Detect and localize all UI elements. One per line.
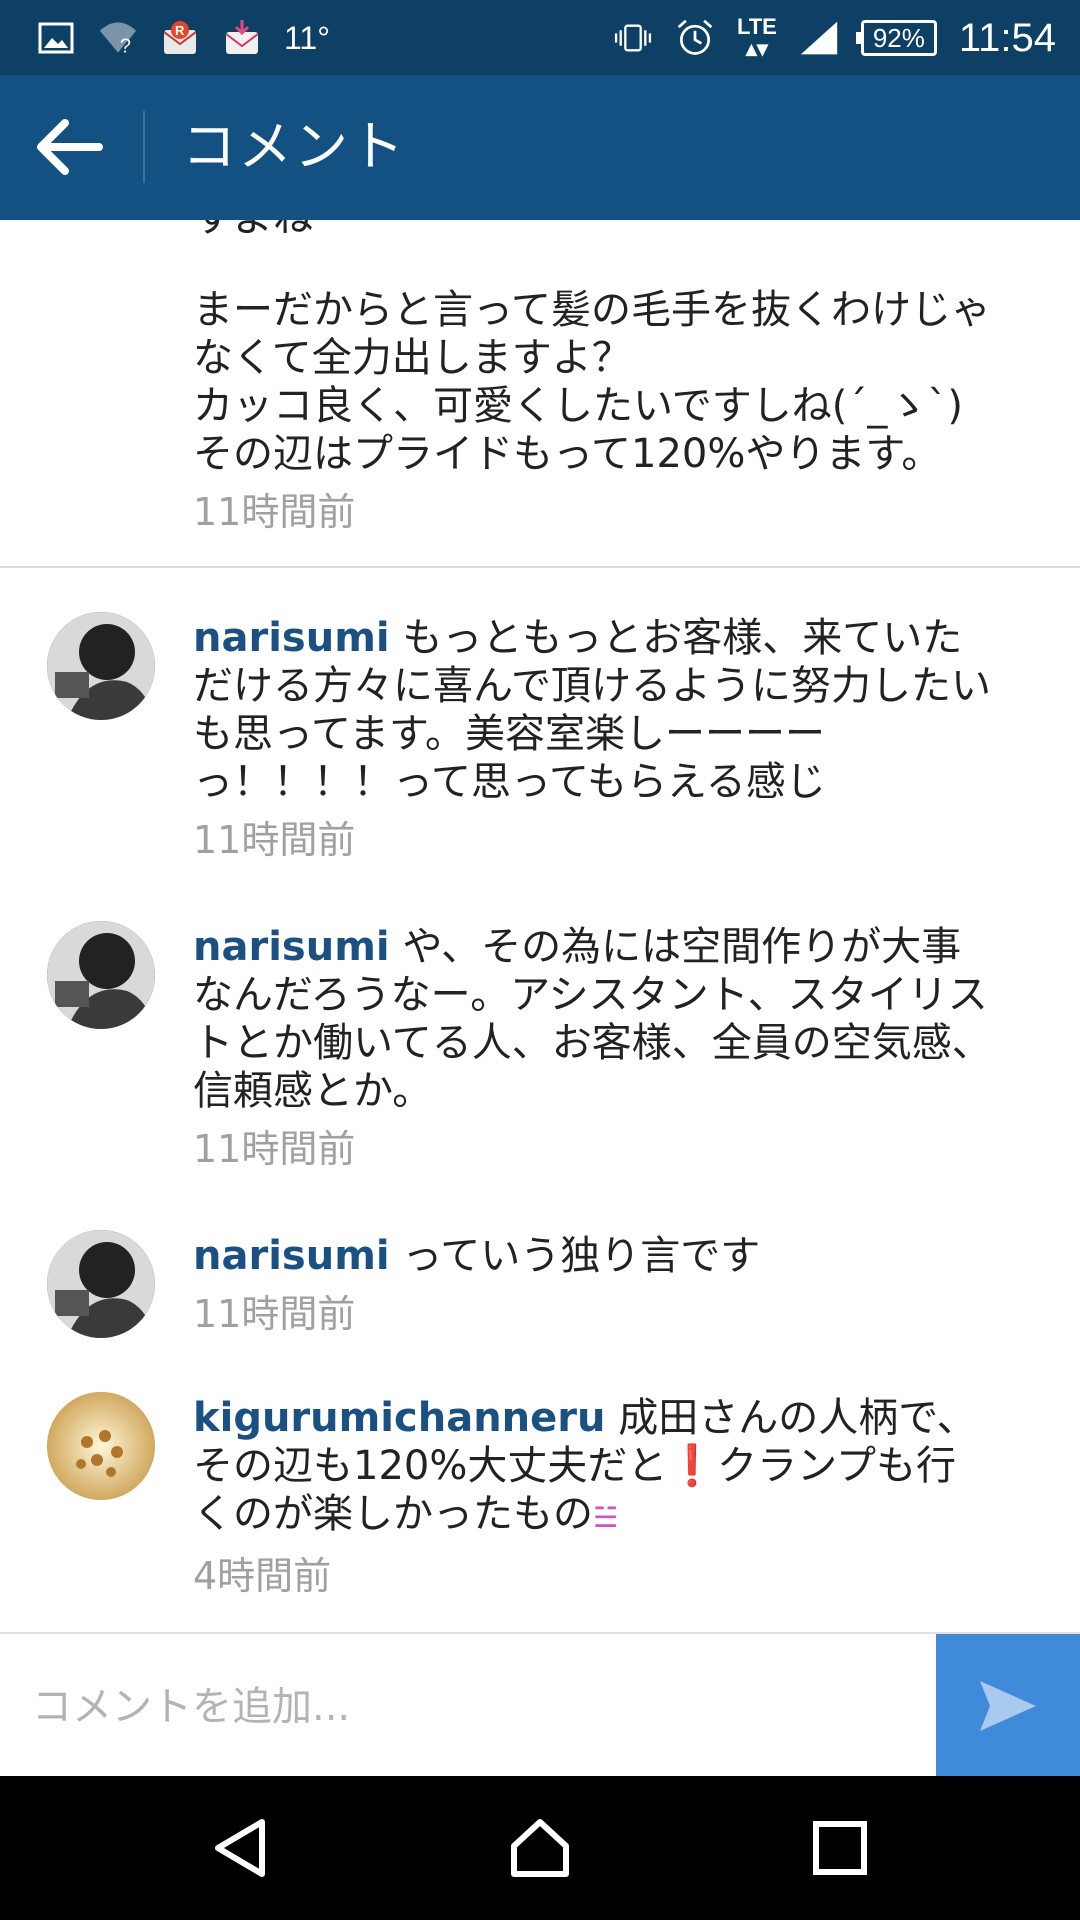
smile-emoji-icon: ☱ [593,1501,619,1534]
app-bar-divider [143,111,145,183]
status-bar: ? R 11° LTE ▴▾ 92% 11:54 [0,0,1080,75]
username-link[interactable]: narisumi [193,924,390,970]
nav-back-button[interactable] [198,1806,282,1890]
avatar[interactable] [47,921,155,1029]
comment-body: kigurumichanneru 成田さんの人柄で、その辺も120%大丈夫だと❗… [193,1394,993,1600]
nav-recents-icon [813,1821,867,1875]
exclamation-emoji-icon: ❗ [667,1443,718,1489]
comment-text: narisumi もっともっとお客様、来ていただける方々に喜んで頂けるように努力… [193,614,993,806]
nav-back-icon [215,1819,265,1877]
lte-indicator: LTE ▴▾ [737,16,777,60]
mail-download-icon [222,18,262,58]
nav-home-button[interactable] [498,1806,582,1890]
svg-text:R: R [175,23,185,38]
app-bar: コメント [0,75,1080,220]
page-title: コメント [182,115,406,178]
send-button[interactable] [936,1634,1080,1778]
arrow-left-icon [37,119,103,175]
send-icon [980,1681,1036,1731]
nav-home-icon [511,1819,569,1877]
comment-body: narisumi や、その為には空間作りが大事なんだろうなー。アシスタント、スタ… [193,923,993,1173]
signal-icon [799,18,839,58]
alarm-icon [675,18,715,58]
username-link[interactable]: narisumi [193,615,390,661]
clock-time: 11:54 [958,15,1056,60]
avatar[interactable] [47,612,155,720]
comment-continuation: まーだからと言って髪の毛手を抜くわけじゃなくて全力出しますよ？ カッコ良く、可愛… [193,286,993,536]
system-nav-bar [0,1776,1080,1920]
comment-text: まーだからと言って髪の毛手を抜くわけじゃなくて全力出しますよ？ カッコ良く、可愛… [193,287,991,477]
temperature-text: 11° [284,19,331,56]
wifi-unknown-icon: ? [98,18,138,58]
username-link[interactable]: kigurumichanneru [193,1395,605,1441]
comment-time: 4時間前 [193,1554,332,1598]
comment-text: kigurumichanneru 成田さんの人柄で、その辺も120%大丈夫だと❗… [193,1394,993,1542]
battery-icon: 92% [855,20,937,56]
comment-body: narisumi っていう独り言です 11時間前 [193,1232,993,1338]
avatar[interactable] [47,1230,155,1338]
image-icon [36,18,76,58]
partial-comment-line: すよね [193,220,313,242]
vibrate-icon [613,18,653,58]
comment-text: narisumi や、その為には空間作りが大事なんだろうなー。アシスタント、スタ… [193,923,993,1115]
comment-time: 11時間前 [193,1292,356,1336]
status-bar-right: LTE ▴▾ 92% 11:54 [613,10,1056,66]
comment-time: 11時間前 [193,1127,356,1171]
comment-input-bar [0,1632,1080,1778]
data-arrows-icon: ▴▾ [745,36,768,61]
comment-body: narisumi もっともっとお客様、来ていただける方々に喜んで頂けるように努力… [193,614,993,864]
comment-message: っていう独り言です [402,1233,761,1279]
status-bar-left: ? R 11° [36,14,330,62]
svg-text:?: ? [120,36,131,58]
username-link[interactable]: narisumi [193,1233,390,1279]
comment-list[interactable]: すよね まーだからと言って髪の毛手を抜くわけじゃなくて全力出しますよ？ カッコ良… [0,220,1080,1632]
avatar[interactable] [47,1392,155,1500]
comment-text: narisumi っていう独り言です [193,1232,993,1280]
back-button[interactable] [30,111,110,183]
rakuten-notification-icon: R [160,18,200,58]
nav-recents-button[interactable] [798,1806,882,1890]
comment-separator [0,566,1080,568]
comment-input[interactable] [30,1664,914,1750]
battery-percent: 92% [872,22,925,53]
comment-time: 11時間前 [193,490,356,534]
comment-time: 11時間前 [193,818,356,862]
